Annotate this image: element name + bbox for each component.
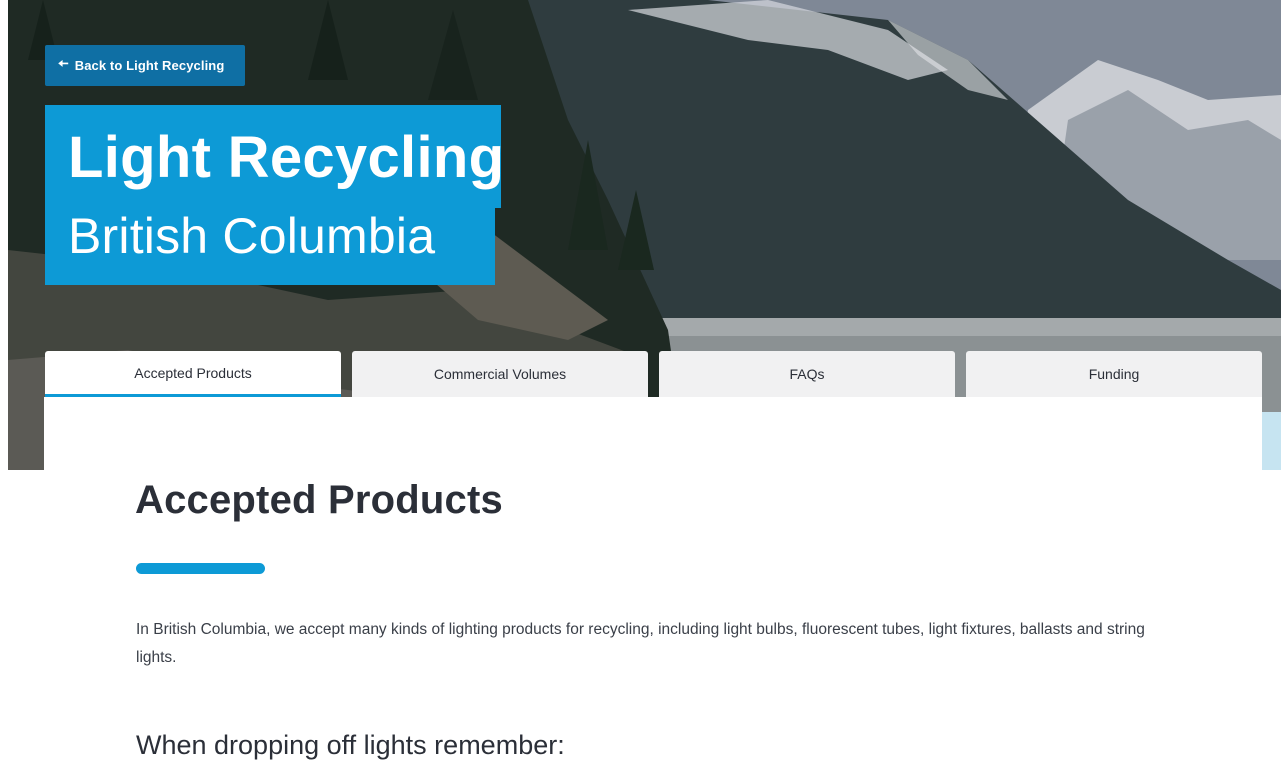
back-to-light-recycling-button[interactable]: 🠤 Back to Light Recycling xyxy=(45,45,245,86)
content-panel xyxy=(44,397,1262,757)
hero-title-line2: British Columbia xyxy=(68,208,436,264)
tab-accepted-products[interactable]: Accepted Products xyxy=(45,351,341,397)
tab-label: Commercial Volumes xyxy=(433,366,567,382)
tab-commercial-volumes[interactable]: Commercial Volumes xyxy=(352,351,648,397)
tab-label: Funding xyxy=(1088,366,1140,382)
tab-label: FAQs xyxy=(789,366,825,382)
page-title: Accepted Products xyxy=(135,478,503,522)
section-subheading: When dropping off lights remember: xyxy=(136,730,565,760)
tab-bar: Accepted Products Commercial Volumes FAQ… xyxy=(45,351,1262,397)
decorative-accent xyxy=(1262,412,1281,470)
title-underline-bar xyxy=(136,563,265,574)
arrow-left-icon: 🠤 xyxy=(58,55,69,71)
back-button-label: Back to Light Recycling xyxy=(74,58,225,73)
tab-label: Accepted Products xyxy=(134,364,252,381)
tab-faqs[interactable]: FAQs xyxy=(659,351,955,397)
tab-funding[interactable]: Funding xyxy=(966,351,1262,397)
hero-title-line1: Light Recycling xyxy=(68,125,505,190)
intro-paragraph: In British Columbia, we accept many kind… xyxy=(136,621,1145,666)
